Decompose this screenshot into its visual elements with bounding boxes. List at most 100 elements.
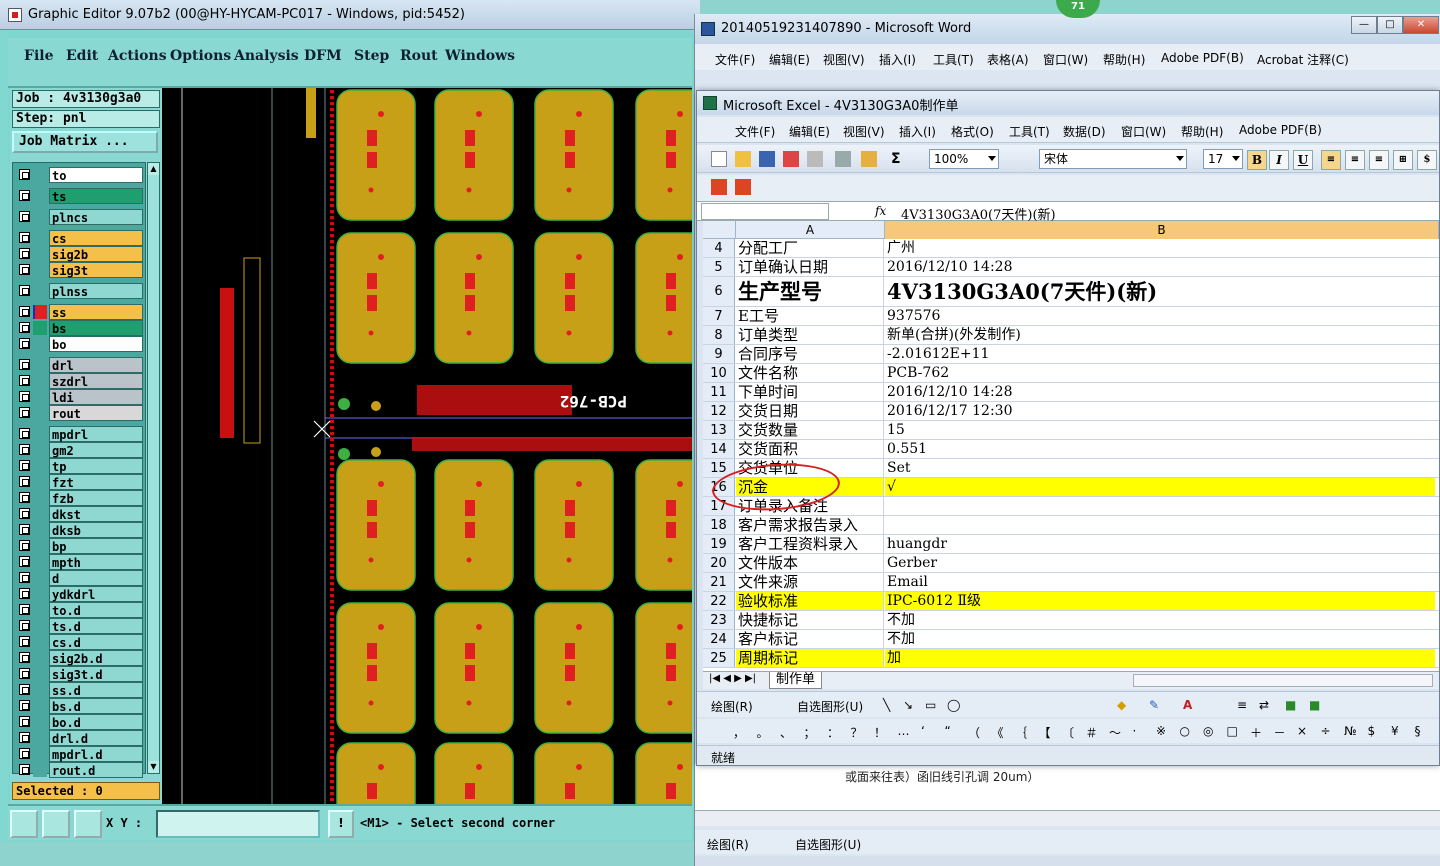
layer-row-sig3t.d[interactable]: sig3t.d: [13, 666, 147, 682]
autosum-icon[interactable]: Σ: [891, 151, 907, 167]
name-box[interactable]: [701, 203, 829, 220]
row-number[interactable]: 25: [703, 649, 735, 667]
scroll-up-icon[interactable]: ▲: [148, 163, 159, 175]
cell-a[interactable]: 快捷标记: [736, 611, 884, 629]
layer-name[interactable]: bs: [49, 320, 143, 336]
row-number[interactable]: 24: [703, 630, 735, 648]
ge-menu-analysis[interactable]: Analysis: [234, 48, 299, 64]
row-number[interactable]: 23: [703, 611, 735, 629]
ge-menu-edit[interactable]: Edit: [66, 48, 98, 64]
layer-color-swatch[interactable]: [33, 683, 47, 697]
symbol-button[interactable]: ！: [874, 724, 886, 741]
arrow-style-icon[interactable]: ⇄: [1259, 698, 1269, 712]
excel-menu-item[interactable]: 格式(O): [951, 123, 994, 140]
row-number[interactable]: 19: [703, 535, 735, 553]
layer-color-swatch[interactable]: [33, 189, 47, 203]
layer-name[interactable]: dkst: [49, 506, 143, 522]
word-menu-item[interactable]: 窗口(W): [1043, 51, 1088, 68]
new-icon[interactable]: [711, 151, 727, 167]
word-menu-item[interactable]: 视图(V): [823, 51, 865, 68]
line-style-icon[interactable]: ≡: [1237, 698, 1247, 712]
symbol-button[interactable]: 【: [1039, 724, 1051, 741]
word-menu-item[interactable]: 插入(I): [879, 51, 916, 68]
row-number[interactable]: 10: [703, 364, 735, 382]
cell-b[interactable]: 2016/12/17 12:30: [885, 402, 1435, 420]
excel-horizontal-scrollbar[interactable]: [1133, 674, 1433, 687]
pcb-panel-view[interactable]: PCB-762: [162, 88, 692, 804]
cell-b[interactable]: 4V3130G3A0(7天件)(新): [885, 277, 1435, 306]
font-color-icon[interactable]: A: [1183, 698, 1192, 712]
line-icon[interactable]: ╲: [883, 698, 890, 712]
row-number[interactable]: 11: [703, 383, 735, 401]
symbol-button[interactable]: ｛: [1015, 724, 1027, 741]
zoom-area-button[interactable]: [10, 810, 38, 838]
excel-menu-item[interactable]: 数据(D): [1063, 123, 1106, 140]
cell-a[interactable]: 下单时间: [736, 383, 884, 401]
layer-row-cs.d[interactable]: cs.d: [13, 634, 147, 650]
layer-checkbox[interactable]: [19, 306, 30, 317]
layer-row-dkst[interactable]: dkst: [13, 506, 147, 522]
cell-a[interactable]: 交货数量: [736, 421, 884, 439]
row-number[interactable]: 13: [703, 421, 735, 439]
layer-name[interactable]: bp: [49, 538, 143, 554]
layer-color-swatch[interactable]: [33, 263, 47, 277]
layer-name[interactable]: plnss: [49, 283, 143, 299]
cell-b[interactable]: 2016/12/10 14:28: [885, 383, 1435, 401]
symbol-button[interactable]: 。: [757, 724, 769, 741]
shadow-icon[interactable]: ■: [1285, 698, 1296, 712]
layer-row-bo[interactable]: bo: [13, 336, 147, 352]
layer-name[interactable]: mpdrl: [49, 426, 143, 442]
cell-a[interactable]: 客户工程资料录入: [736, 535, 884, 553]
symbol-button[interactable]: ，: [733, 724, 745, 741]
layer-color-swatch[interactable]: [33, 443, 47, 457]
cell-a[interactable]: 分配工厂: [736, 239, 884, 257]
layer-checkbox[interactable]: [19, 492, 30, 503]
layer-color-swatch[interactable]: [33, 539, 47, 553]
symbol-button[interactable]: …: [898, 724, 910, 738]
cell-b[interactable]: [885, 497, 1435, 515]
row-number[interactable]: 22: [703, 592, 735, 610]
cell-a[interactable]: 生产型号: [736, 277, 884, 306]
cell-b[interactable]: 广州: [885, 239, 1435, 257]
cell-a[interactable]: 文件版本: [736, 554, 884, 572]
layer-name[interactable]: to.d: [49, 602, 143, 618]
layer-color-swatch[interactable]: [33, 747, 47, 761]
cell-a[interactable]: 客户标记: [736, 630, 884, 648]
layer-name[interactable]: ydkdrl: [49, 586, 143, 602]
symbol-button[interactable]: “: [945, 724, 951, 738]
font-name-combo[interactable]: 宋体: [1039, 149, 1187, 169]
layer-name[interactable]: fzb: [49, 490, 143, 506]
layer-color-swatch[interactable]: [33, 284, 47, 298]
spreadsheet-grid[interactable]: A B 4 分配工厂 广州 5 订单确认日期 2016/12/10 14:28 6 生产型号 4…: [703, 221, 1439, 671]
excel-menu-item[interactable]: 插入(I): [899, 123, 936, 140]
symbol-button[interactable]: （: [968, 724, 980, 741]
layer-checkbox[interactable]: [19, 572, 30, 583]
word-draw-menu[interactable]: 绘图(R): [707, 836, 749, 853]
layer-color-swatch[interactable]: [33, 603, 47, 617]
zoom-combo[interactable]: 100%: [929, 149, 999, 169]
layer-checkbox[interactable]: [19, 652, 30, 663]
symbol-button[interactable]: ※: [1156, 724, 1166, 738]
layer-name[interactable]: bo: [49, 336, 143, 352]
layer-name[interactable]: mpth: [49, 554, 143, 570]
row-number[interactable]: 4: [703, 239, 735, 257]
layer-name[interactable]: szdrl: [49, 373, 143, 389]
layer-name[interactable]: bo.d: [49, 714, 143, 730]
layer-checkbox[interactable]: [19, 508, 30, 519]
layer-row-bo.d[interactable]: bo.d: [13, 714, 147, 730]
row-number[interactable]: 18: [703, 516, 735, 534]
cell-b[interactable]: 15: [885, 421, 1435, 439]
layer-checkbox[interactable]: [19, 338, 30, 349]
word-menu-item[interactable]: Acrobat 注释(C): [1257, 51, 1349, 68]
symbol-button[interactable]: ○: [1180, 724, 1190, 738]
permission-icon[interactable]: [783, 151, 799, 167]
layer-name[interactable]: cs.d: [49, 634, 143, 650]
merge-center-icon[interactable]: ⊞: [1393, 150, 1413, 170]
oval-icon[interactable]: ◯: [947, 698, 960, 712]
excel-draw-menu[interactable]: 绘图(R): [711, 698, 753, 715]
minimize-icon[interactable]: —: [1351, 16, 1377, 34]
pdf-mail-icon[interactable]: [735, 179, 751, 195]
layer-row-rout.d[interactable]: rout.d: [13, 762, 147, 778]
cell-b[interactable]: 不加: [885, 630, 1435, 648]
layer-name[interactable]: plncs: [49, 209, 143, 225]
